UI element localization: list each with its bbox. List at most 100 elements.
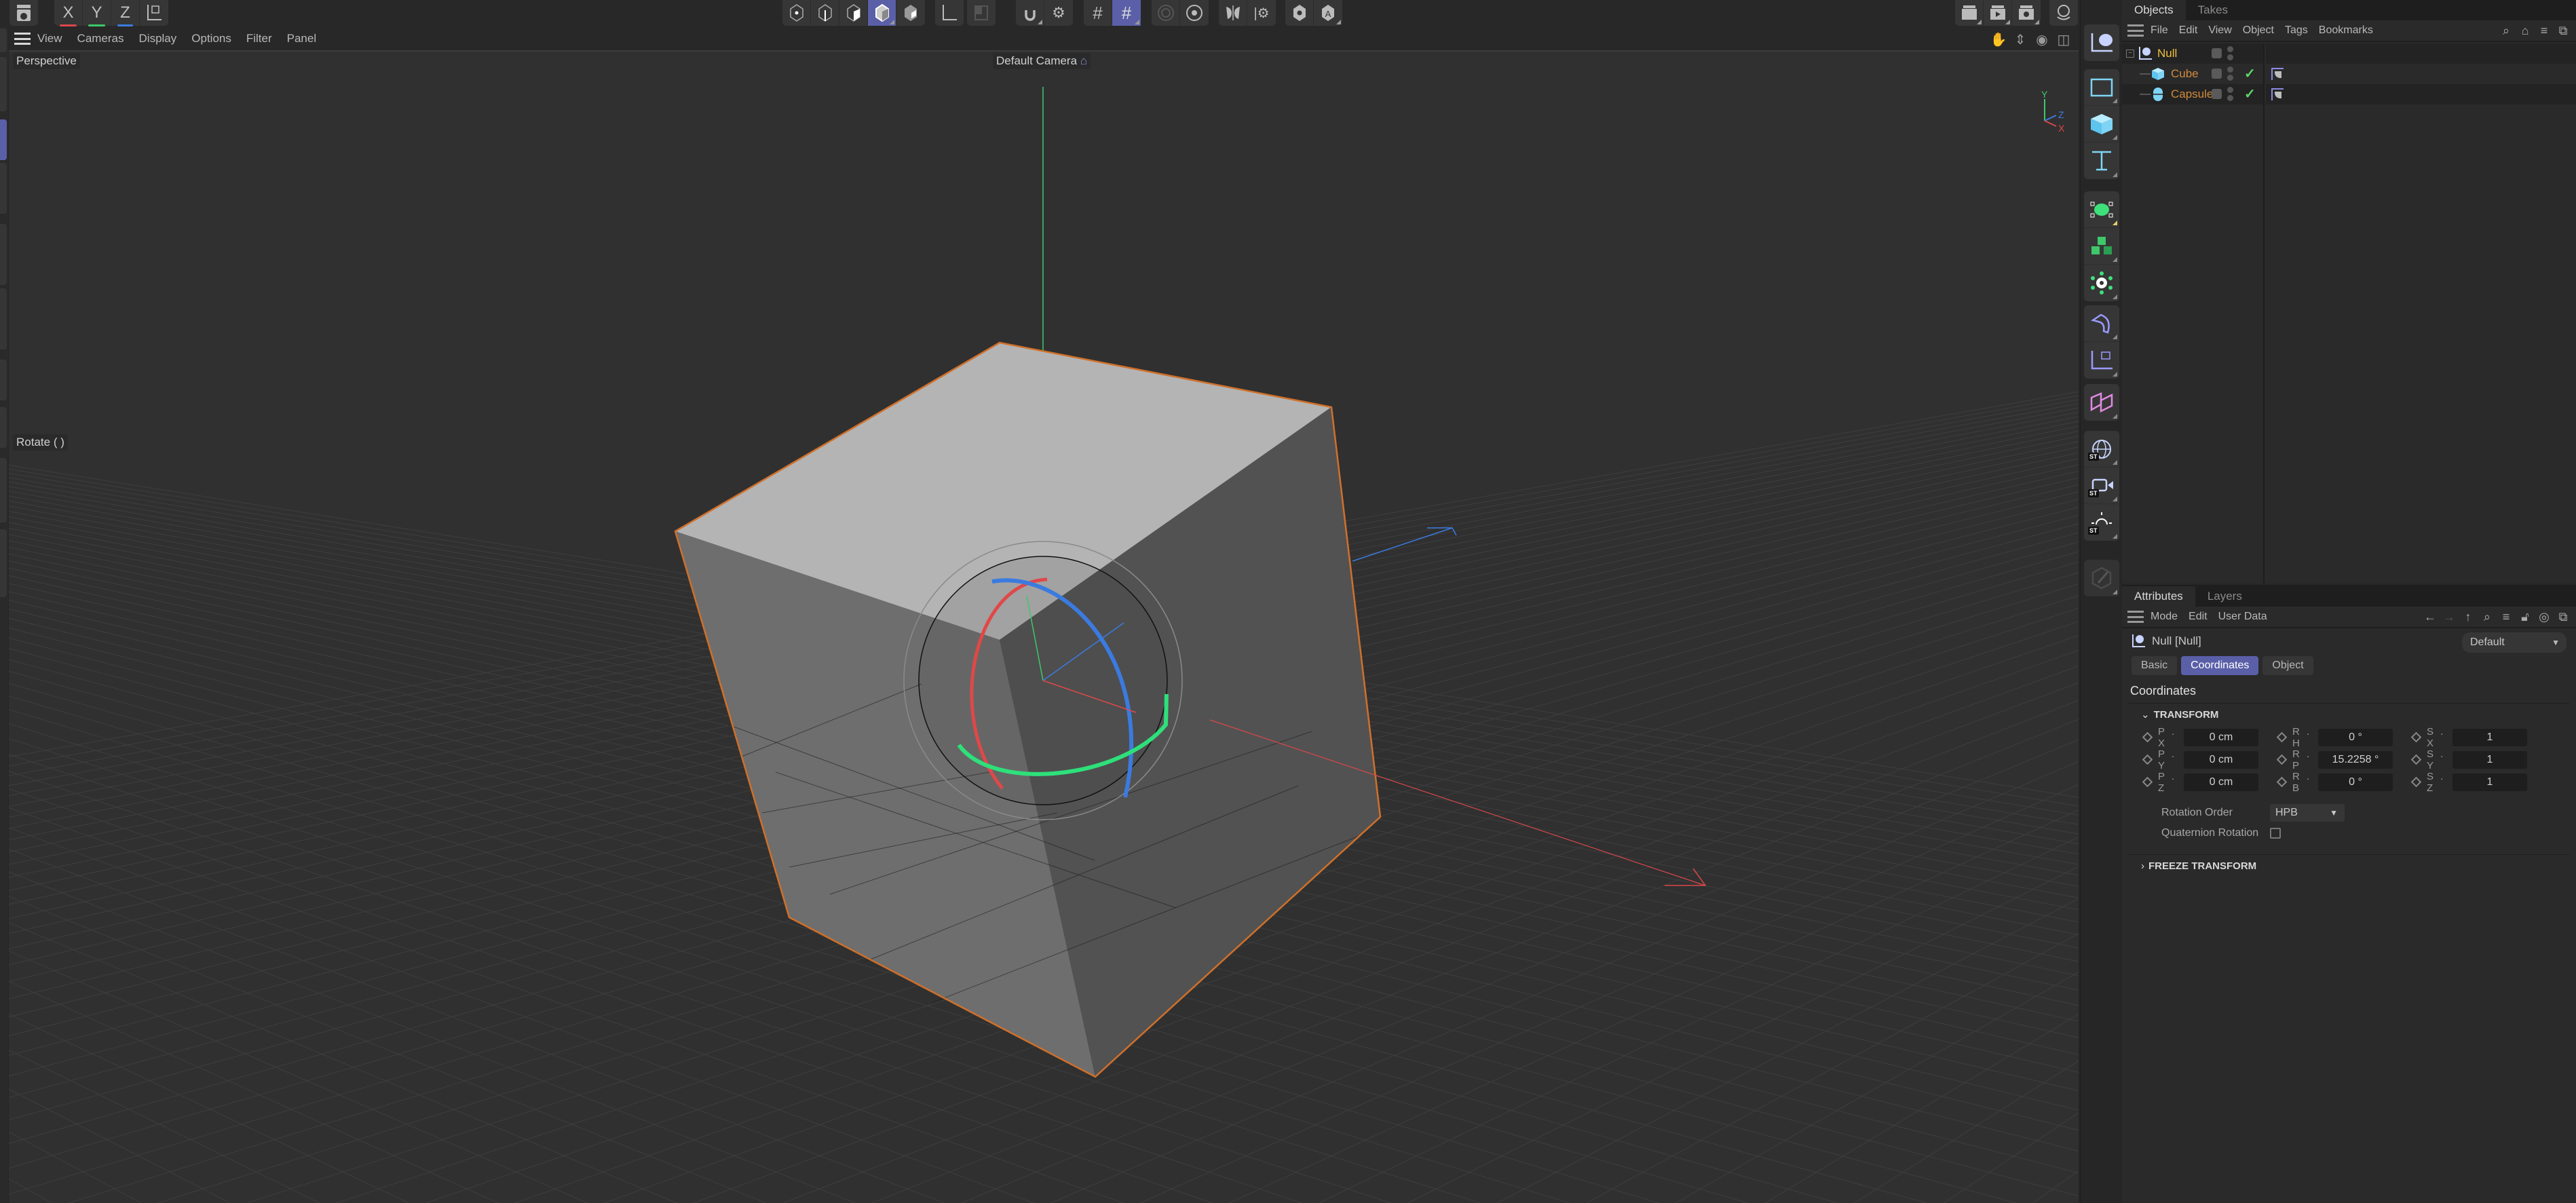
left-tool-button[interactable]: [0, 224, 7, 285]
viewport-menu-cameras[interactable]: Cameras: [77, 32, 124, 45]
filter-icon[interactable]: ≡: [2499, 609, 2514, 624]
keyframe-icon[interactable]: [2142, 731, 2153, 743]
edit-visibility-icon[interactable]: [2212, 89, 2222, 99]
tab-takes[interactable]: Takes: [2186, 0, 2240, 20]
view-name-label[interactable]: Perspective: [13, 53, 80, 69]
viewport-menu-icon[interactable]: [14, 33, 31, 45]
phong-tag-icon[interactable]: [2271, 68, 2284, 80]
object-row-cube[interactable]: Cube ✓: [2122, 64, 2263, 84]
scale-z-field[interactable]: 1: [2452, 773, 2527, 791]
search-icon[interactable]: ⌕: [2499, 23, 2514, 38]
auto-key-button[interactable]: A: [1314, 0, 1342, 26]
scale-x-field[interactable]: 1: [2452, 728, 2527, 746]
snap-button[interactable]: [1016, 0, 1044, 26]
viewport-menu-view[interactable]: View: [37, 32, 62, 45]
edge-mode-button[interactable]: [896, 0, 925, 26]
edit-visibility-icon[interactable]: [2212, 48, 2222, 58]
add-subdivision-button[interactable]: [2084, 191, 2119, 228]
symmetry-settings-button[interactable]: |⚙: [1247, 0, 1276, 26]
left-tool-button[interactable]: [0, 458, 7, 522]
add-sky-button[interactable]: ST: [2084, 431, 2119, 467]
viewport-menu-panel[interactable]: Panel: [287, 32, 316, 45]
forward-arrow-icon[interactable]: →: [2442, 609, 2457, 624]
left-tool-button[interactable]: [0, 529, 7, 597]
left-tool-button[interactable]: [0, 360, 7, 400]
position-y-field[interactable]: 0 cm: [2184, 750, 2258, 769]
object-row-capsule[interactable]: Capsule ✓: [2122, 84, 2263, 104]
render-view-button[interactable]: [1955, 0, 1984, 26]
keyframe-icon[interactable]: [2410, 754, 2422, 765]
object-row-null[interactable]: − Null: [2122, 43, 2263, 64]
position-z-field[interactable]: 0 cm: [2184, 773, 2258, 791]
objects-menu-edit[interactable]: Edit: [2179, 24, 2198, 37]
rotation-b-field[interactable]: 0 °: [2318, 773, 2393, 791]
search-icon[interactable]: ⌕: [2480, 609, 2495, 624]
lock-icon[interactable]: 🔓︎: [2518, 609, 2533, 624]
lock-x-button[interactable]: X: [54, 0, 83, 26]
lock-z-button[interactable]: Z: [111, 0, 140, 26]
left-tool-button[interactable]: [0, 407, 7, 448]
orbit-icon[interactable]: ◉: [2034, 31, 2050, 47]
attributes-menu-icon[interactable]: [2127, 611, 2144, 623]
scale-y-field[interactable]: 1: [2452, 750, 2527, 769]
tab-layers[interactable]: Layers: [2195, 586, 2254, 607]
attributes-menu-edit[interactable]: Edit: [2189, 611, 2208, 623]
pan-hand-icon[interactable]: ✋: [1990, 31, 2007, 47]
objects-menu-icon[interactable]: [2127, 24, 2144, 37]
add-scene-button[interactable]: [2084, 384, 2119, 421]
tab-attributes[interactable]: Attributes: [2122, 586, 2195, 607]
target-icon[interactable]: ◎: [2537, 609, 2552, 624]
rotation-p-field[interactable]: 15.2258 °: [2318, 750, 2393, 769]
collapse-icon[interactable]: −: [2126, 50, 2134, 58]
viewport[interactable]: View Cameras Display Options Filter Pane…: [9, 27, 2079, 1203]
axis-mode-button[interactable]: [935, 0, 964, 26]
object-name[interactable]: Null: [2157, 47, 2177, 60]
point-mode-button[interactable]: [839, 0, 868, 26]
add-camera-button[interactable]: ST: [2084, 467, 2119, 504]
home-icon[interactable]: ⌂: [2518, 23, 2533, 38]
add-field-button[interactable]: [2084, 265, 2119, 301]
visibility-dots[interactable]: [2227, 46, 2234, 62]
transform-group-header[interactable]: ⌄ TRANSFORM: [2129, 703, 2569, 726]
undo-button[interactable]: [10, 0, 38, 26]
freeze-transform-header[interactable]: › FREEZE TRANSFORM: [2129, 854, 2569, 877]
add-null-button[interactable]: [2084, 24, 2119, 61]
keyframe-icon[interactable]: [2276, 754, 2288, 765]
material-button[interactable]: [2049, 0, 2078, 26]
back-arrow-icon[interactable]: ←: [2423, 609, 2438, 624]
polygon-mode-button[interactable]: [868, 0, 896, 26]
left-tool-button[interactable]: [0, 57, 7, 111]
add-joint-button[interactable]: [2084, 342, 2119, 379]
edit-polygon-button[interactable]: [2084, 560, 2119, 596]
keyframe-icon[interactable]: [2410, 731, 2422, 743]
filter-icon[interactable]: ≡: [2537, 23, 2552, 38]
enabled-check-icon[interactable]: ✓: [2244, 65, 2256, 82]
object-mode-button[interactable]: [811, 0, 839, 26]
lock-y-button[interactable]: Y: [83, 0, 111, 26]
object-name[interactable]: Cube: [2171, 67, 2199, 81]
snap-settings-button[interactable]: ⚙: [1044, 0, 1073, 26]
render-picture-viewer-button[interactable]: [1984, 0, 2012, 26]
workplane-button[interactable]: #: [1084, 0, 1112, 26]
keyframe-icon[interactable]: [2142, 776, 2153, 788]
popout-icon[interactable]: ⧉: [2556, 23, 2571, 38]
visibility-dots[interactable]: [2227, 66, 2234, 83]
add-deformer-button[interactable]: [2084, 305, 2119, 342]
viewport-menu-options[interactable]: Options: [191, 32, 231, 45]
position-x-field[interactable]: 0 cm: [2184, 728, 2258, 746]
move-vertical-icon[interactable]: ⇕: [2012, 31, 2028, 47]
left-tool-button[interactable]: [0, 288, 7, 349]
visibility-dots[interactable]: [2227, 87, 2234, 103]
model-mode-button[interactable]: [782, 0, 811, 26]
symmetry-button[interactable]: [1219, 0, 1247, 26]
objects-menu-bookmarks[interactable]: Bookmarks: [2319, 24, 2373, 37]
quaternion-checkbox[interactable]: [2270, 828, 2281, 839]
attributes-menu-mode[interactable]: Mode: [2151, 611, 2178, 623]
preset-dropdown[interactable]: Default ▼: [2462, 632, 2566, 653]
add-text-button[interactable]: [2084, 142, 2119, 179]
viewport-menu-display[interactable]: Display: [139, 32, 177, 45]
texture-mode-button[interactable]: [967, 0, 996, 26]
objects-menu-tags[interactable]: Tags: [2285, 24, 2308, 37]
edit-visibility-icon[interactable]: [2212, 69, 2222, 79]
add-spline-button[interactable]: [2084, 69, 2119, 106]
